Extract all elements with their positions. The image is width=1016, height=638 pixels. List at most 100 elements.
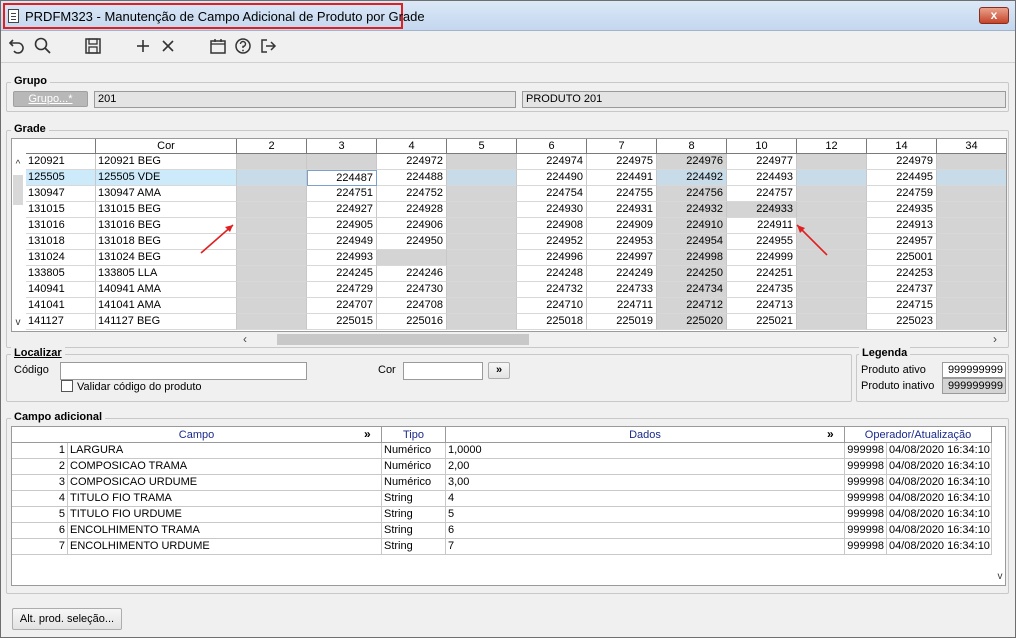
grid-vscroll-thumb[interactable] — [13, 175, 23, 205]
grade-cell[interactable] — [797, 202, 867, 218]
grade-cell[interactable]: 224493 — [727, 170, 797, 186]
grade-cell[interactable]: 224996 — [517, 250, 587, 266]
grade-cell[interactable]: 224251 — [727, 266, 797, 282]
grade-cell[interactable] — [797, 186, 867, 202]
grade-cell[interactable] — [237, 234, 307, 250]
campo-header-2[interactable]: Dados — [446, 427, 845, 443]
campo-cell[interactable]: 999998 — [845, 507, 887, 523]
grade-cell[interactable] — [237, 314, 307, 330]
campo-cell[interactable]: 3 — [12, 475, 68, 491]
grade-cell[interactable]: 140941 AMA — [96, 282, 237, 298]
grade-cell[interactable]: 224707 — [307, 298, 377, 314]
grade-cell[interactable]: 224908 — [517, 218, 587, 234]
grid-scroll-down-icon[interactable]: v — [11, 317, 25, 328]
campo-cell[interactable]: 7 — [446, 539, 845, 555]
grade-cell[interactable] — [797, 298, 867, 314]
campo-cell[interactable]: Numérico — [382, 443, 446, 459]
search-icon[interactable] — [33, 36, 53, 56]
grade-cell[interactable] — [447, 170, 517, 186]
grade-cell[interactable] — [237, 282, 307, 298]
grade-cell[interactable]: 224930 — [517, 202, 587, 218]
grade-header-9[interactable]: 10 — [727, 139, 797, 154]
grade-cell[interactable]: 225019 — [587, 314, 657, 330]
campo-cell[interactable]: String — [382, 507, 446, 523]
grupo-code-field[interactable]: 201 — [94, 91, 516, 108]
campo-header-0[interactable]: Campo — [12, 427, 382, 443]
grade-header-11[interactable]: 14 — [867, 139, 937, 154]
grade-cell[interactable]: 224976 — [657, 154, 727, 170]
campo-header-1[interactable]: Tipo — [382, 427, 446, 443]
grade-cell[interactable]: 224735 — [727, 282, 797, 298]
cor-input[interactable] — [403, 362, 483, 380]
grade-header-0[interactable] — [26, 139, 96, 154]
grade-cell[interactable]: 224732 — [517, 282, 587, 298]
grade-cell[interactable]: 224737 — [867, 282, 937, 298]
campo-header-3[interactable]: Operador/Atualização — [845, 427, 992, 443]
grid-hscroll[interactable]: ‹ › — [237, 332, 1007, 346]
campo-cell[interactable]: 5 — [12, 507, 68, 523]
grade-cell[interactable]: 131016 — [26, 218, 96, 234]
delete-icon[interactable] — [158, 36, 178, 56]
grade-cell[interactable]: 224999 — [727, 250, 797, 266]
grade-cell[interactable]: 131018 — [26, 234, 96, 250]
campo-cell[interactable]: ENCOLHIMENTO URDUME — [68, 539, 382, 555]
campo-scroll-down-icon[interactable]: v — [993, 571, 1007, 582]
grade-cell[interactable]: 224250 — [657, 266, 727, 282]
campo-cell[interactable]: ENCOLHIMENTO TRAMA — [68, 523, 382, 539]
campo-cell[interactable]: 999998 — [845, 443, 887, 459]
campo-cell[interactable]: 04/08/2020 16:34:10 — [887, 475, 992, 491]
grade-cell[interactable] — [237, 250, 307, 266]
codigo-input[interactable] — [60, 362, 307, 380]
grade-cell[interactable] — [797, 170, 867, 186]
grade-cell[interactable]: 224998 — [657, 250, 727, 266]
grade-cell[interactable] — [447, 282, 517, 298]
grade-cell[interactable]: 224245 — [307, 266, 377, 282]
campo-cell[interactable]: 999998 — [845, 539, 887, 555]
grade-cell[interactable]: 225023 — [867, 314, 937, 330]
campo-cell[interactable]: LARGURA — [68, 443, 382, 459]
grade-cell[interactable]: 131015 BEG — [96, 202, 237, 218]
grade-cell[interactable] — [237, 202, 307, 218]
grade-cell[interactable]: 225018 — [517, 314, 587, 330]
grade-cell[interactable]: 141041 — [26, 298, 96, 314]
grade-cell[interactable]: 224954 — [657, 234, 727, 250]
grade-cell[interactable] — [237, 266, 307, 282]
grade-cell[interactable]: 224249 — [587, 266, 657, 282]
campo-cell[interactable]: 6 — [12, 523, 68, 539]
grade-cell[interactable]: 224932 — [657, 202, 727, 218]
grade-cell[interactable] — [447, 314, 517, 330]
campo-cell[interactable]: TITULO FIO TRAMA — [68, 491, 382, 507]
grade-cell[interactable] — [937, 250, 1006, 266]
grade-cell[interactable] — [797, 266, 867, 282]
exit-icon[interactable] — [258, 36, 278, 56]
campo-cell[interactable]: 5 — [446, 507, 845, 523]
grade-header-4[interactable]: 4 — [377, 139, 447, 154]
grade-cell[interactable] — [377, 250, 447, 266]
campo-cell[interactable]: 1,0000 — [446, 443, 845, 459]
grade-cell[interactable]: 133805 — [26, 266, 96, 282]
grade-cell[interactable]: 224913 — [867, 218, 937, 234]
grade-cell[interactable]: 224712 — [657, 298, 727, 314]
grade-cell[interactable]: 224935 — [867, 202, 937, 218]
grade-cell[interactable]: 224974 — [517, 154, 587, 170]
grade-cell[interactable] — [937, 282, 1006, 298]
campo-cell[interactable]: 7 — [12, 539, 68, 555]
grade-cell[interactable]: 225016 — [377, 314, 447, 330]
grade-cell[interactable]: 224729 — [307, 282, 377, 298]
grade-header-7[interactable]: 7 — [587, 139, 657, 154]
grade-cell[interactable] — [447, 218, 517, 234]
calendar-icon[interactable] — [208, 36, 228, 56]
campo-cell[interactable]: 999998 — [845, 459, 887, 475]
grade-cell[interactable]: 224715 — [867, 298, 937, 314]
hscroll-thumb[interactable] — [277, 334, 529, 345]
grade-cell[interactable]: 224492 — [657, 170, 727, 186]
grade-cell[interactable]: 224734 — [657, 282, 727, 298]
grade-cell[interactable] — [237, 170, 307, 186]
campo-cell[interactable]: 1 — [12, 443, 68, 459]
grade-cell[interactable] — [237, 298, 307, 314]
save-icon[interactable] — [83, 36, 103, 56]
grade-cell[interactable]: 224754 — [517, 186, 587, 202]
grade-cell[interactable]: 224757 — [727, 186, 797, 202]
campo-cell[interactable]: 04/08/2020 16:34:10 — [887, 523, 992, 539]
grade-cell[interactable]: 224955 — [727, 234, 797, 250]
